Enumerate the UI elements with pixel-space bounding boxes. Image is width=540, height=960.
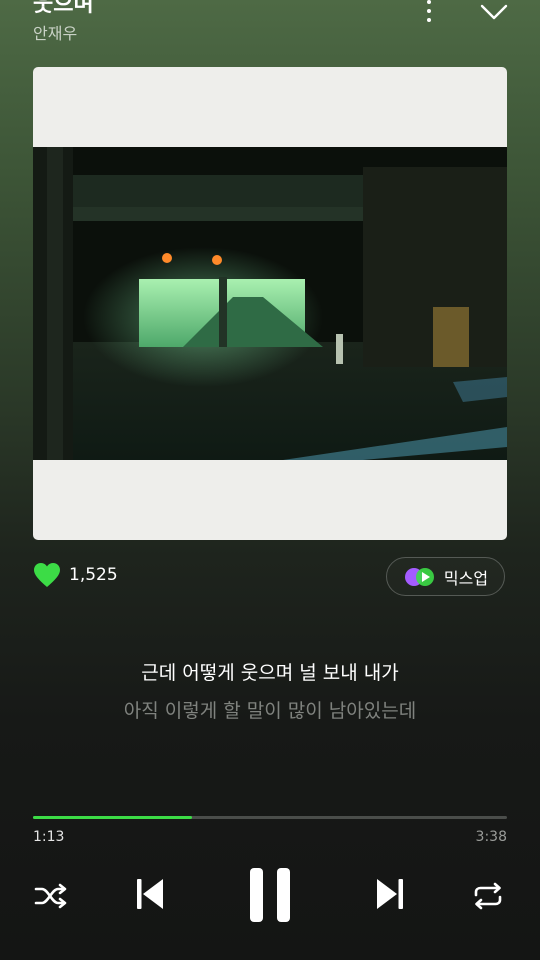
shuffle-icon — [34, 883, 67, 909]
lyric-next-line[interactable]: 아직 이렇게 할 말이 많이 남아있는데 — [0, 696, 540, 723]
repeat-icon — [474, 882, 502, 910]
song-title: 웃으며 — [33, 0, 94, 17]
collapse-player-button[interactable] — [478, 2, 510, 22]
elapsed-time: 1:13 — [33, 829, 65, 845]
like-count: 1,525 — [69, 565, 118, 585]
skip-next-icon — [377, 879, 403, 909]
mixup-label: 믹스업 — [443, 568, 489, 588]
mixup-icon — [404, 567, 434, 586]
total-time: 3:38 — [475, 829, 507, 845]
shuffle-button[interactable] — [33, 878, 69, 914]
like-row: 1,525 — [33, 562, 118, 588]
chevron-down-icon — [480, 4, 508, 20]
lyric-current-line[interactable]: 근데 어떻게 웃으며 널 보내 내가 — [0, 658, 540, 685]
artist-name[interactable]: 안재우 — [33, 20, 77, 44]
previous-button[interactable] — [132, 876, 168, 912]
more-options-button[interactable] — [418, 0, 440, 24]
repeat-button[interactable] — [470, 878, 506, 914]
progress-bar[interactable] — [33, 816, 507, 819]
heart-icon[interactable] — [33, 562, 61, 588]
player-header: 웃으며 안재우 — [0, 0, 540, 60]
album-art — [33, 67, 507, 540]
mixup-button[interactable]: 믹스업 — [386, 557, 505, 596]
pause-icon — [250, 868, 290, 922]
next-button[interactable] — [372, 876, 408, 912]
pause-button[interactable] — [246, 866, 294, 924]
skip-previous-icon — [137, 879, 163, 909]
progress-fill — [33, 816, 192, 819]
more-vertical-icon — [427, 0, 431, 4]
album-photo — [33, 147, 507, 460]
